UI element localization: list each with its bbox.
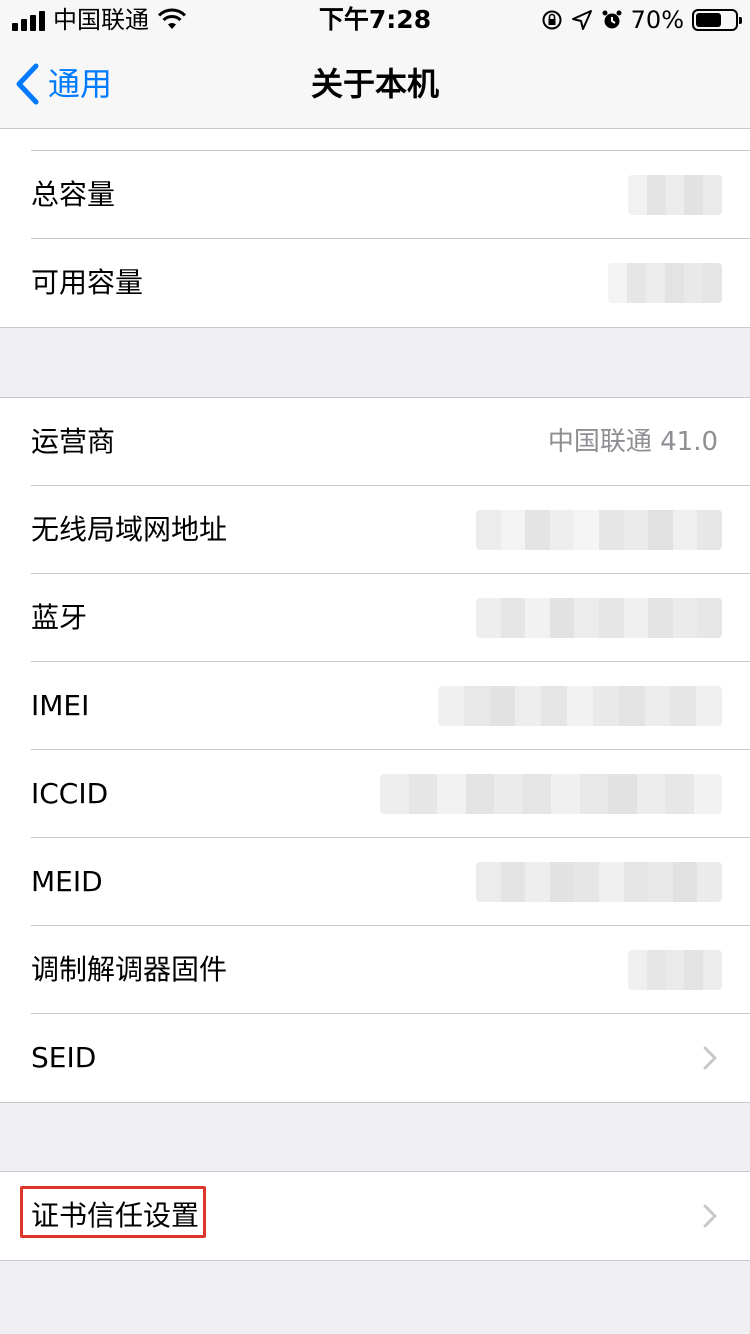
chevron-right-icon bbox=[703, 1204, 717, 1228]
redacted-value bbox=[608, 263, 722, 303]
device-info-group: 运营商 中国联通 41.0 无线局域网地址 蓝牙 IMEI ICCID MEID bbox=[0, 397, 750, 1103]
location-icon bbox=[571, 10, 592, 30]
list-item-total-capacity[interactable]: 总容量 bbox=[0, 151, 750, 239]
rotation-lock-icon bbox=[542, 10, 562, 30]
row-label: SEID bbox=[31, 1041, 97, 1074]
row-label: 可用容量 bbox=[31, 266, 144, 299]
carrier-value: 中国联通 41.0 bbox=[547, 427, 718, 457]
chevron-right-icon bbox=[703, 1046, 717, 1070]
row-label: 总容量 bbox=[31, 178, 116, 211]
list-item-wifi-address[interactable]: 无线局域网地址 bbox=[0, 486, 750, 574]
redacted-value bbox=[628, 175, 722, 215]
status-bar: 中国联通 下午7:28 70% bbox=[0, 0, 750, 40]
list-item-available-capacity[interactable]: 可用容量 bbox=[0, 239, 750, 327]
row-label: 无线局域网地址 bbox=[31, 513, 228, 546]
page-title: 关于本机 bbox=[310, 65, 439, 103]
row-label: 调制解调器固件 bbox=[31, 953, 228, 986]
row-label: ICCID bbox=[31, 777, 109, 810]
capacity-group: 总容量 可用容量 bbox=[0, 129, 750, 328]
redacted-value bbox=[476, 510, 722, 550]
navigation-bar: 通用 关于本机 bbox=[0, 40, 750, 129]
list-item-carrier[interactable]: 运营商 中国联通 41.0 bbox=[0, 398, 750, 486]
row-label: 运营商 bbox=[31, 425, 116, 458]
list-item-modem-firmware[interactable]: 调制解调器固件 bbox=[0, 926, 750, 1014]
alarm-icon bbox=[602, 10, 622, 29]
redacted-value bbox=[438, 686, 722, 726]
status-right: 70% bbox=[541, 6, 742, 34]
row-label: MEID bbox=[31, 865, 103, 898]
battery-percent: 70% bbox=[630, 6, 684, 34]
row-label: IMEI bbox=[31, 689, 90, 722]
redacted-value bbox=[628, 950, 722, 990]
list-item-bluetooth[interactable]: 蓝牙 bbox=[0, 574, 750, 662]
redacted-value bbox=[476, 598, 722, 638]
list-item-seid[interactable]: SEID bbox=[0, 1014, 750, 1102]
list-item-certificate-trust-settings[interactable]: 证书信任设置 bbox=[0, 1172, 750, 1260]
list-item-meid[interactable]: MEID bbox=[0, 838, 750, 926]
battery-icon bbox=[692, 9, 742, 31]
row-label: 证书信任设置 bbox=[31, 1199, 200, 1232]
list-item-imei[interactable]: IMEI bbox=[0, 662, 750, 750]
redacted-value bbox=[476, 862, 722, 902]
list-item-iccid[interactable]: ICCID bbox=[0, 750, 750, 838]
row-label: 蓝牙 bbox=[31, 601, 88, 634]
redacted-value bbox=[380, 774, 722, 814]
certificate-group: 证书信任设置 bbox=[0, 1171, 750, 1261]
